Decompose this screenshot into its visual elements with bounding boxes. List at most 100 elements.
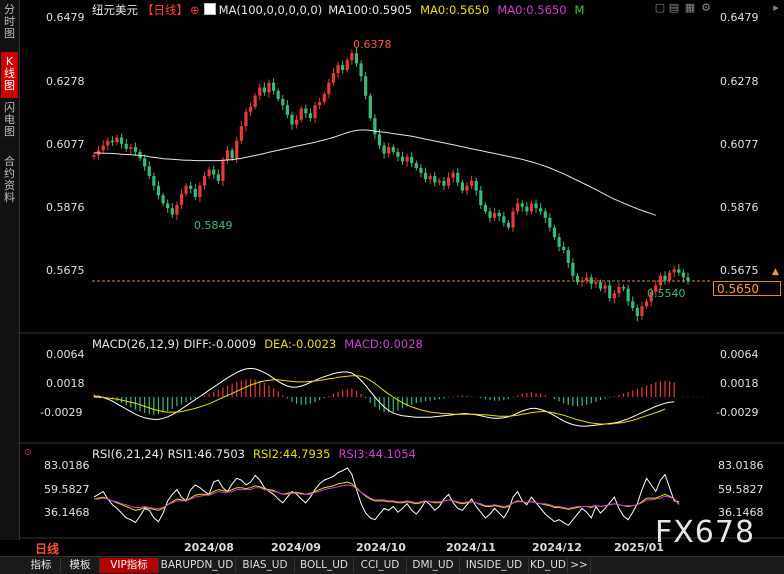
- candle-body: [120, 137, 124, 144]
- ma100-line: [94, 129, 656, 216]
- candle-body: [539, 208, 543, 212]
- candle-body: [446, 177, 451, 186]
- candle-body: [667, 272, 672, 281]
- candle-body: [230, 150, 234, 159]
- candle-body: [686, 277, 690, 281]
- period-indicator[interactable]: 日线: [35, 540, 59, 557]
- candle-body: [502, 216, 506, 223]
- candle-body: [110, 140, 115, 143]
- tab-cci[interactable]: CCI_UD: [354, 558, 407, 573]
- candle-body: [479, 190, 483, 205]
- candle-body: [626, 288, 630, 302]
- candle-body: [258, 87, 262, 96]
- candle-body: [566, 250, 570, 263]
- candle-body: [364, 76, 368, 96]
- candle-body: [414, 163, 418, 168]
- candle-body: [202, 176, 207, 186]
- candle-body: [621, 287, 626, 289]
- tab-inside[interactable]: INSIDE_UD: [460, 558, 529, 573]
- chart-canvas[interactable]: [0, 0, 784, 556]
- candle-body: [571, 262, 575, 276]
- candle-body: [608, 285, 612, 299]
- high-price-label: 0.6378: [353, 38, 392, 51]
- candle-body: [276, 90, 280, 99]
- candle-body: [221, 159, 225, 181]
- tab-dmi[interactable]: DMI_UD: [407, 558, 460, 573]
- candle-body: [354, 53, 359, 64]
- candle-body: [129, 147, 133, 149]
- candle-body: [175, 204, 179, 215]
- candle-body: [179, 193, 184, 205]
- candle-body: [207, 169, 211, 177]
- candle-body: [396, 151, 400, 157]
- candle-body: [511, 211, 515, 228]
- candle-body: [506, 222, 511, 228]
- candle-body: [488, 211, 492, 218]
- candle-body: [548, 217, 552, 228]
- tab-barupdn[interactable]: BARUPDN_UD: [159, 558, 236, 573]
- candle-body: [341, 65, 345, 70]
- date-label-0: 2024/08: [184, 541, 234, 554]
- tab-boll[interactable]: BOLL_UD: [295, 558, 354, 573]
- candle-body: [382, 145, 386, 154]
- tab-template[interactable]: 模板: [61, 558, 100, 573]
- candle-body: [359, 63, 363, 77]
- candle-body: [543, 211, 547, 218]
- candle-body: [285, 105, 289, 115]
- candle-body: [525, 206, 529, 212]
- candle-body: [663, 275, 667, 281]
- candle-body: [483, 204, 487, 212]
- candle-body: [474, 180, 478, 191]
- candle-body: [239, 126, 243, 141]
- candle-body: [267, 82, 271, 93]
- candle-body: [603, 285, 607, 289]
- candle-body: [336, 65, 340, 74]
- candle-body: [465, 185, 469, 191]
- low-price-label-2: 0.5540: [647, 287, 686, 300]
- candle-body: [170, 208, 174, 215]
- tab-bias[interactable]: BIAS_UD: [236, 558, 295, 573]
- candle-body: [373, 118, 377, 135]
- date-label-3: 2024/11: [446, 541, 496, 554]
- candle-body: [299, 108, 303, 120]
- candle-body: [253, 95, 257, 107]
- date-label-2: 2024/10: [356, 541, 406, 554]
- candle-body: [437, 180, 441, 183]
- candle-body: [184, 185, 188, 194]
- watermark: FX678: [655, 515, 756, 550]
- candle-body: [152, 176, 156, 186]
- tab-indicator[interactable]: 指标: [22, 558, 61, 573]
- candle-body: [405, 156, 409, 162]
- candle-body: [198, 185, 202, 197]
- candle-body: [529, 203, 534, 212]
- indicator-tab-bar: 指标 模板 VIP指标 BARUPDN_UD BIAS_UD BOLL_UD C…: [0, 556, 784, 574]
- candle-body: [410, 156, 414, 164]
- candle-body: [304, 108, 308, 114]
- candle-body: [677, 269, 681, 273]
- candle-body: [331, 73, 336, 83]
- candle-body: [433, 176, 437, 183]
- candle-body: [423, 172, 428, 180]
- candle-body: [681, 272, 685, 278]
- candle-body: [516, 203, 520, 212]
- candle-body: [133, 147, 138, 152]
- candle-body: [281, 98, 285, 106]
- candle-body: [428, 176, 432, 180]
- tab-more[interactable]: >>: [568, 558, 591, 573]
- candle-body: [552, 227, 557, 238]
- candle-body: [631, 301, 635, 308]
- tab-kd[interactable]: KD_UD: [529, 558, 568, 573]
- candle-body: [493, 213, 497, 218]
- candle-body: [271, 82, 276, 91]
- candle-body: [327, 82, 331, 95]
- candle-body: [101, 145, 105, 151]
- tab-vip-indicator[interactable]: VIP指标: [100, 558, 159, 573]
- candle-body: [156, 185, 161, 196]
- candle-body: [166, 203, 170, 209]
- candle-body: [635, 307, 639, 316]
- candle-body: [115, 137, 119, 143]
- candle-body: [225, 150, 230, 160]
- candle-body: [143, 158, 147, 167]
- candle-body: [262, 87, 266, 93]
- candle-body: [442, 180, 446, 186]
